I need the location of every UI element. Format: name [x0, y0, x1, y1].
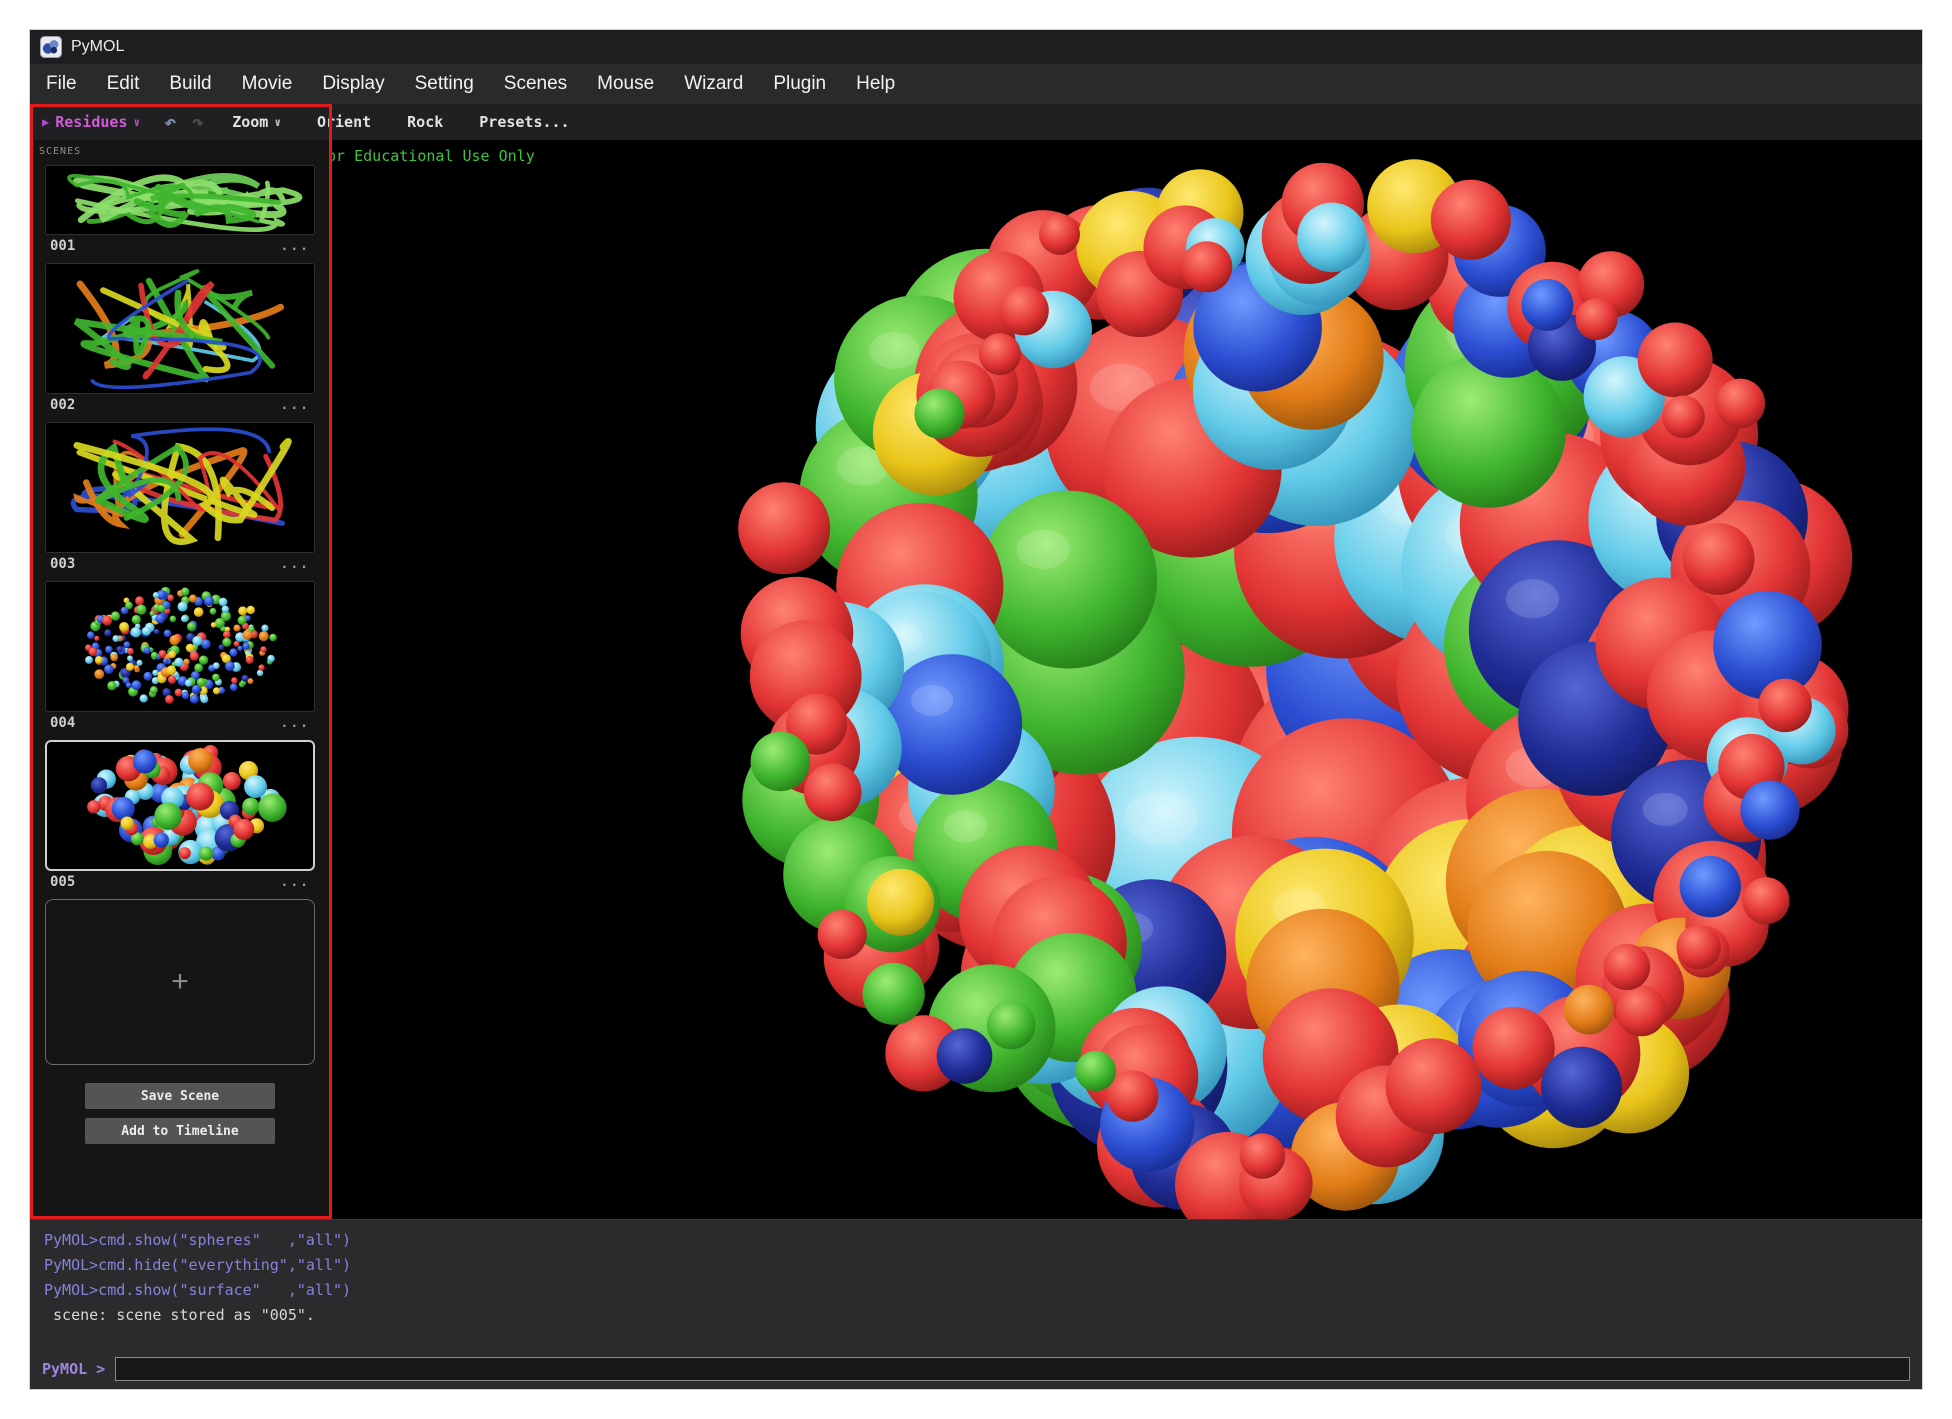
scene-thumbnail-002[interactable] [45, 263, 315, 394]
scene-label-005: 005 [50, 874, 75, 890]
scenes-panel: SCENES 001...002...003...004...005... + … [30, 140, 330, 1219]
window-title: PyMOL [71, 38, 124, 56]
scene-menu-button-002[interactable]: ... [281, 398, 310, 413]
scene-thumbnail-005[interactable] [45, 740, 315, 871]
scene-menu-button-005[interactable]: ... [281, 875, 310, 890]
molecule-surface-render [330, 140, 1922, 1219]
selection-arrow-icon: ▶ [42, 115, 49, 129]
console-output: PyMOL>cmd.show("spheres" ,"all")PyMOL>cm… [30, 1228, 1922, 1328]
rock-button[interactable]: Rock [407, 113, 443, 131]
prompt-label: PyMOL > [42, 1360, 105, 1378]
zoom-dropdown[interactable]: Zoom ∨ [232, 113, 281, 131]
main-area: SCENES 001...002...003...004...005... + … [30, 140, 1922, 1219]
console-line: PyMOL>cmd.hide("everything","all") [44, 1253, 1908, 1278]
menu-item-display[interactable]: Display [322, 73, 384, 95]
title-bar: PyMOL [30, 30, 1922, 64]
menu-item-mouse[interactable]: Mouse [597, 73, 654, 95]
scene-menu-button-001[interactable]: ... [281, 239, 310, 254]
menu-item-wizard[interactable]: Wizard [684, 73, 743, 95]
menu-item-edit[interactable]: Edit [107, 73, 140, 95]
scene-menu-button-003[interactable]: ... [281, 557, 310, 572]
save-scene-button[interactable]: Save Scene [85, 1083, 275, 1109]
scene-card-004: 004... [45, 581, 315, 731]
scene-label-row: 002... [45, 394, 315, 413]
orient-button[interactable]: Orient [317, 113, 371, 131]
chevron-down-icon: ∨ [133, 116, 140, 129]
selection-mode-dropdown[interactable]: ▶ Residues ∨ [42, 113, 140, 131]
scene-list: 001...002...003...004...005... [45, 165, 315, 890]
add-scene-slot[interactable]: + [45, 899, 315, 1065]
scene-label-row: 001... [45, 235, 315, 254]
zoom-label: Zoom [232, 113, 268, 131]
scene-label-row: 005... [45, 871, 315, 890]
prompt-row: PyMOL > [30, 1357, 1922, 1381]
scene-label-row: 004... [45, 712, 315, 731]
selection-mode-label: Residues [55, 113, 127, 131]
edu-watermark: For Educational Use Only [330, 147, 535, 165]
scene-label-002: 002 [50, 397, 75, 413]
redo-button[interactable]: ↷ [192, 110, 204, 134]
menu-item-scenes[interactable]: Scenes [504, 73, 567, 95]
scene-label-003: 003 [50, 556, 75, 572]
scene-thumbnail-003[interactable] [45, 422, 315, 553]
menu-bar: File Edit Build Movie Display Setting Scenes Mo… [30, 64, 1922, 104]
presets-button[interactable]: Presets... [479, 113, 569, 131]
scene-card-001: 001... [45, 165, 315, 254]
scene-label-004: 004 [50, 715, 75, 731]
command-input[interactable] [115, 1357, 1910, 1381]
app-window: PyMOL File Edit Build Movie Display Setting Sc… [30, 30, 1922, 1389]
scene-thumbnail-004[interactable] [45, 581, 315, 712]
scene-menu-button-004[interactable]: ... [281, 716, 310, 731]
scene-label-001: 001 [50, 238, 75, 254]
scene-thumbnail-001[interactable] [45, 165, 315, 235]
command-console: PyMOL>cmd.show("spheres" ,"all")PyMOL>cm… [30, 1219, 1922, 1389]
menu-item-help[interactable]: Help [856, 73, 895, 95]
console-line: scene: scene stored as "005". [44, 1303, 1908, 1328]
scene-card-003: 003... [45, 422, 315, 572]
undo-button[interactable]: ↶ [164, 110, 176, 134]
scene-card-002: 002... [45, 263, 315, 413]
viewport-3d[interactable]: For Educational Use Only [330, 140, 1922, 1219]
menu-item-movie[interactable]: Movie [242, 73, 293, 95]
plus-icon: + [171, 965, 189, 999]
scene-label-row: 003... [45, 553, 315, 572]
chevron-down-icon: ∨ [274, 116, 281, 129]
toolbar: ▶ Residues ∨ ↶ ↷ Zoom ∨ Orient Rock Pres… [30, 104, 1922, 140]
console-line: PyMOL>cmd.show("spheres" ,"all") [44, 1228, 1908, 1253]
menu-item-plugin[interactable]: Plugin [773, 73, 826, 95]
menu-item-setting[interactable]: Setting [415, 73, 474, 95]
add-to-timeline-button[interactable]: Add to Timeline [85, 1118, 275, 1144]
scene-card-005: 005... [45, 740, 315, 890]
menu-item-build[interactable]: Build [169, 73, 211, 95]
console-line: PyMOL>cmd.show("surface" ,"all") [44, 1278, 1908, 1303]
pymol-logo-icon [40, 36, 62, 58]
menu-item-file[interactable]: File [46, 73, 77, 95]
scenes-panel-header: SCENES [39, 146, 315, 157]
